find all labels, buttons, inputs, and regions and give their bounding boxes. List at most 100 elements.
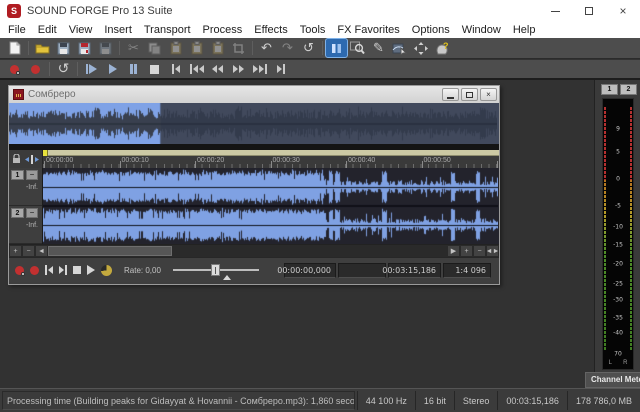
edit-tool-icon[interactable]: [326, 39, 347, 57]
zoom-out-icon[interactable]: −: [473, 245, 486, 257]
scroll-right-icon[interactable]: ▶: [447, 245, 460, 257]
save-all-icon[interactable]: [95, 39, 116, 57]
menu-transport[interactable]: Transport: [138, 22, 197, 38]
zoom-selection-icon[interactable]: ◄►: [486, 245, 499, 257]
ruler-tick: [497, 161, 498, 168]
status-sample-rate[interactable]: 44 100 Hz: [357, 391, 415, 410]
channel-2-gain[interactable]: -Inf.: [11, 222, 40, 229]
loop-playback-icon[interactable]: ↺: [53, 60, 74, 78]
whats-this-help-icon[interactable]: ?: [431, 39, 452, 57]
channel-2-button[interactable]: 2: [11, 208, 24, 218]
doc-scrub-icon[interactable]: [101, 265, 112, 276]
meter-channel-1-button[interactable]: 1: [601, 84, 618, 95]
pause-icon[interactable]: [123, 60, 144, 78]
doc-minimize-icon[interactable]: [442, 88, 459, 101]
waveform-display[interactable]: [43, 168, 498, 244]
trim-crop-icon[interactable]: [228, 39, 249, 57]
menu-tools[interactable]: Tools: [294, 22, 332, 38]
paste-special-icon[interactable]: [186, 39, 207, 57]
play-icon[interactable]: [102, 60, 123, 78]
close-icon[interactable]: ×: [606, 0, 640, 22]
doc-record-remote-icon[interactable]: [15, 266, 24, 275]
marker-flag-icon[interactable]: [43, 150, 48, 156]
menu-bar: FileEditViewInsertTransportProcessEffect…: [0, 22, 640, 38]
marker-bar[interactable]: [43, 150, 499, 156]
previous-marker-icon[interactable]: [186, 60, 207, 78]
zoom-in-time-icon[interactable]: +: [9, 245, 22, 257]
new-file-icon[interactable]: [4, 39, 25, 57]
rate-slider-thumb[interactable]: [211, 264, 220, 276]
status-channel-mode[interactable]: Stereo: [454, 391, 498, 410]
time-ruler-row: 00:00:0000:00:1000:00:2000:00:3000:00:40…: [9, 150, 499, 168]
record-icon[interactable]: [25, 60, 46, 78]
save-as-icon[interactable]: [74, 39, 95, 57]
menu-effects[interactable]: Effects: [248, 22, 293, 38]
rate-slider[interactable]: [173, 262, 259, 278]
meter-display[interactable]: LR 950-5-10-15-20-25-30-35-4070: [602, 98, 634, 370]
doc-close-icon[interactable]: ×: [480, 88, 497, 101]
go-to-end-icon[interactable]: [270, 60, 291, 78]
paste-to-new-icon[interactable]: [207, 39, 228, 57]
repeat-icon[interactable]: ↺: [298, 39, 319, 57]
meter-channel-2-button[interactable]: 2: [620, 84, 637, 95]
pencil-tool-icon[interactable]: ✎: [368, 39, 389, 57]
paste-icon[interactable]: [165, 39, 186, 57]
menu-process[interactable]: Process: [197, 22, 249, 38]
status-file-length[interactable]: 00:03:15,186: [497, 391, 567, 410]
doc-record-icon[interactable]: [30, 266, 39, 275]
scrollbar-thumb[interactable]: [48, 246, 172, 256]
save-icon[interactable]: [53, 39, 74, 57]
undo-icon[interactable]: ↶: [256, 39, 277, 57]
cut-icon[interactable]: ✂: [123, 39, 144, 57]
go-to-start-icon[interactable]: [165, 60, 186, 78]
length-display[interactable]: 00:03:15,186: [388, 263, 441, 278]
menu-window[interactable]: Window: [456, 22, 507, 38]
menu-edit[interactable]: Edit: [32, 22, 63, 38]
lock-icon[interactable]: [12, 154, 21, 164]
zoom-in-icon[interactable]: +: [460, 245, 473, 257]
status-bit-depth[interactable]: 16 bit: [415, 391, 454, 410]
doc-restore-icon[interactable]: [461, 88, 478, 101]
position-display[interactable]: 00:00:00,000: [284, 263, 336, 278]
doc-go-to-end-icon[interactable]: [59, 265, 67, 275]
overview-strip[interactable]: [9, 103, 499, 145]
time-ruler[interactable]: 00:00:0000:00:1000:00:2000:00:3000:00:40…: [43, 150, 499, 168]
minimize-icon[interactable]: [538, 0, 572, 22]
selection-display[interactable]: [338, 263, 386, 278]
menu-insert[interactable]: Insert: [98, 22, 138, 38]
selection-tool-icon[interactable]: [410, 39, 431, 57]
menu-help[interactable]: Help: [507, 22, 542, 38]
status-free-space[interactable]: 178 786,0 MB: [567, 391, 640, 410]
menu-options[interactable]: Options: [406, 22, 456, 38]
scroll-left-icon[interactable]: ◄: [35, 245, 48, 257]
record-remote-icon[interactable]: [4, 60, 25, 78]
meter-buttons: 12: [595, 80, 640, 95]
document-title-bar[interactable]: Сомбреро ×: [9, 86, 499, 103]
edit-tool-small-icon[interactable]: [25, 154, 39, 165]
doc-play-icon[interactable]: [87, 265, 95, 275]
maximize-icon[interactable]: [572, 0, 606, 22]
zoom-out-time-icon[interactable]: −: [22, 245, 35, 257]
open-file-icon[interactable]: [32, 39, 53, 57]
channel-1-gain[interactable]: -Inf.: [11, 184, 40, 191]
forward-icon[interactable]: [228, 60, 249, 78]
menu-view[interactable]: View: [63, 22, 99, 38]
envelope-tool-icon[interactable]: [389, 39, 410, 57]
magnify-tool-icon[interactable]: [347, 39, 368, 57]
channel-meters-tab[interactable]: Channel Meters: [585, 372, 640, 388]
menu-fx-favorites[interactable]: FX Favorites: [331, 22, 405, 38]
channel-1-minimize-button[interactable]: −: [26, 170, 38, 180]
channel-2-minimize-button[interactable]: −: [26, 208, 38, 218]
zoom-ratio-display[interactable]: 1:4 096: [443, 263, 491, 278]
channel-1-button[interactable]: 1: [11, 170, 24, 180]
horizontal-scrollbar[interactable]: [48, 245, 447, 257]
play-all-icon[interactable]: [81, 60, 102, 78]
rewind-icon[interactable]: [207, 60, 228, 78]
stop-icon[interactable]: [144, 60, 165, 78]
copy-icon[interactable]: [144, 39, 165, 57]
menu-file[interactable]: File: [2, 22, 32, 38]
doc-stop-icon[interactable]: [73, 266, 81, 274]
doc-go-to-start-icon[interactable]: [45, 265, 53, 275]
next-marker-icon[interactable]: [249, 60, 270, 78]
redo-icon[interactable]: ↷: [277, 39, 298, 57]
